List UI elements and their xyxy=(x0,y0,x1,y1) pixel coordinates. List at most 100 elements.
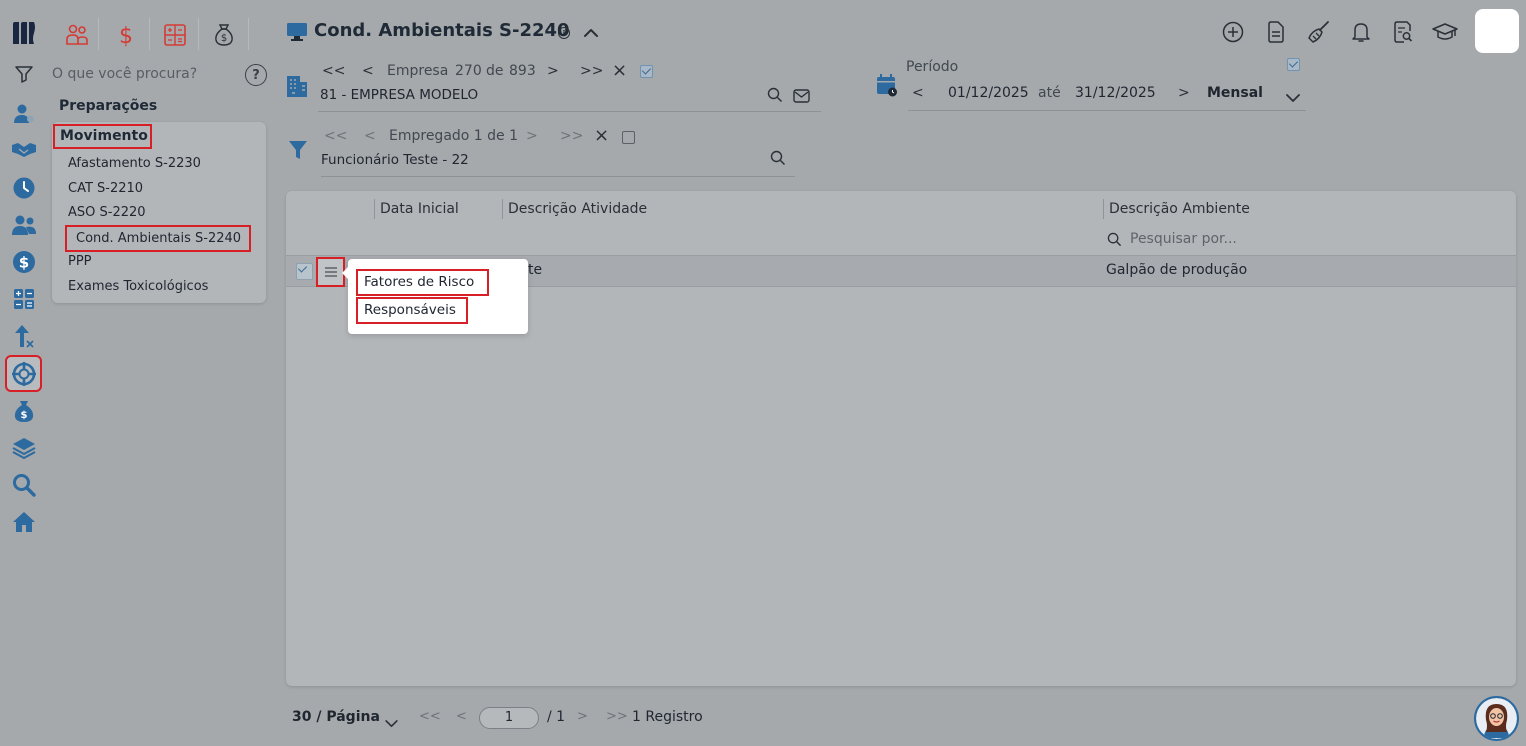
calculator-icon[interactable] xyxy=(8,283,40,315)
column-header-data-inicial[interactable]: Data Inicial xyxy=(374,199,459,219)
empresa-total: 893 xyxy=(509,63,536,79)
column-header-descricao-atividade[interactable]: Descrição Atividade xyxy=(502,199,647,219)
empregado-prev-button[interactable]: < xyxy=(364,128,376,144)
empresa-clear-button[interactable]: × xyxy=(612,60,627,81)
page-number-input[interactable]: 1 xyxy=(479,707,539,729)
mail-icon[interactable] xyxy=(793,88,810,107)
menu-item-fatores-de-risco[interactable]: Fatores de Risco xyxy=(356,269,489,296)
pager-prev-button[interactable]: < xyxy=(456,709,467,724)
user-panel-button[interactable] xyxy=(1475,9,1519,53)
dollar-module-icon[interactable]: $ xyxy=(109,18,143,52)
money-bag-icon[interactable]: $ xyxy=(8,395,40,427)
empregado-clear-button[interactable]: × xyxy=(594,125,609,146)
row-cell-ambiente: Galpão de produção xyxy=(1106,262,1248,278)
app-logo-icon[interactable] xyxy=(8,17,40,49)
module-separator xyxy=(149,18,150,50)
menu-group-movimento[interactable]: Movimento xyxy=(53,124,152,149)
menu-item-afastamento[interactable]: Afastamento S-2230 xyxy=(68,156,201,171)
calendar-icon[interactable] xyxy=(876,73,898,101)
module-separator xyxy=(248,18,249,50)
periodo-sep: até xyxy=(1038,85,1061,101)
empregado-checkbox[interactable] xyxy=(622,131,635,144)
people-module-icon[interactable] xyxy=(60,18,94,52)
broom-icon[interactable] xyxy=(1305,18,1333,46)
menu-item-ppp[interactable]: PPP xyxy=(68,254,92,269)
arrow-up-icon[interactable] xyxy=(8,320,40,352)
svg-text:$: $ xyxy=(19,254,29,272)
empresa-checkbox[interactable] xyxy=(640,65,653,78)
empregado-next-button[interactable]: > xyxy=(526,128,538,144)
search-icon[interactable] xyxy=(8,469,40,501)
empresa-index: 270 xyxy=(455,63,482,79)
empresa-last-button[interactable]: >> xyxy=(580,63,603,79)
empregado-label: Empregado 1 de 1 xyxy=(389,128,519,144)
handshake-icon[interactable] xyxy=(8,134,40,166)
pager-last-button[interactable]: >> xyxy=(606,709,628,724)
module-search-input[interactable]: O que você procura? xyxy=(52,66,197,82)
calculator-module-icon[interactable] xyxy=(158,18,192,52)
section-title[interactable]: Preparações xyxy=(59,98,157,114)
periodo-underline xyxy=(908,110,1306,111)
home-icon[interactable] xyxy=(8,506,40,538)
chevron-down-icon[interactable] xyxy=(385,713,398,732)
add-icon[interactable] xyxy=(1219,18,1247,46)
empresa-search-icon[interactable] xyxy=(767,87,783,107)
periodo-label: Período xyxy=(906,59,959,75)
users-icon[interactable] xyxy=(8,209,40,241)
empresa-prev-button[interactable]: < xyxy=(362,63,374,79)
help-icon[interactable]: ? xyxy=(245,64,267,86)
building-icon xyxy=(286,72,308,102)
periodo-mode-select[interactable]: Mensal xyxy=(1207,85,1263,101)
chevron-up-icon[interactable] xyxy=(580,22,602,44)
periodo-end[interactable]: 31/12/2025 xyxy=(1075,85,1156,101)
record-count: 1 Registro xyxy=(632,709,703,725)
sst-module-icon[interactable] xyxy=(5,355,42,392)
svg-text:$: $ xyxy=(221,33,227,44)
money-bag-module-icon[interactable]: $ xyxy=(207,18,241,52)
assistant-avatar[interactable] xyxy=(1474,696,1519,741)
row-checkbox[interactable] xyxy=(296,263,313,280)
empregado-underline xyxy=(321,176,795,177)
menu-item-aso[interactable]: ASO S-2220 xyxy=(68,205,146,220)
filter-funnel-icon[interactable] xyxy=(288,139,308,165)
module-separator xyxy=(98,18,99,50)
empregado-last-button[interactable]: >> xyxy=(560,128,583,144)
chevron-down-icon[interactable] xyxy=(1286,88,1300,107)
empresa-first-button[interactable]: << xyxy=(322,63,345,79)
menu-item-responsaveis[interactable]: Responsáveis xyxy=(356,297,468,324)
empregado-value[interactable]: Funcionário Teste - 22 xyxy=(321,152,469,168)
layers-icon[interactable] xyxy=(8,432,40,464)
graduation-cap-icon[interactable] xyxy=(1431,18,1459,46)
empresa-of: de xyxy=(486,63,504,79)
empregado-first-button[interactable]: << xyxy=(324,128,347,144)
per-page-select[interactable]: 30 / Página xyxy=(292,709,380,725)
periodo-next-button[interactable]: > xyxy=(1178,85,1190,101)
empresa-underline xyxy=(318,111,821,112)
empregado-search-icon[interactable] xyxy=(770,150,786,170)
row-menu-button[interactable] xyxy=(316,257,345,287)
periodo-prev-button[interactable]: < xyxy=(912,85,924,101)
row-cell-atividade: te xyxy=(528,262,543,278)
column-search-input[interactable]: Pesquisar por... xyxy=(1130,231,1237,247)
info-icon[interactable]: i xyxy=(558,27,570,39)
menu-item-exames[interactable]: Exames Toxicológicos xyxy=(68,279,208,294)
svg-text:$: $ xyxy=(119,24,133,48)
periodo-checkbox[interactable] xyxy=(1287,58,1300,71)
clock-icon[interactable] xyxy=(8,172,40,204)
column-header-descricao-ambiente[interactable]: Descrição Ambiente xyxy=(1103,199,1250,219)
empresa-value[interactable]: 81 - EMPRESA MODELO xyxy=(320,87,478,103)
bell-icon[interactable] xyxy=(1347,18,1375,46)
filter-icon[interactable] xyxy=(8,58,40,90)
user-config-icon[interactable] xyxy=(8,98,40,130)
pager-first-button[interactable]: << xyxy=(419,709,441,724)
money-icon[interactable]: $ xyxy=(8,246,40,278)
document-icon[interactable] xyxy=(1262,18,1290,46)
menu-item-cond-ambientais[interactable]: Cond. Ambientais S-2240 xyxy=(65,225,251,252)
pager-total: / 1 xyxy=(547,709,566,725)
pager-next-button[interactable]: > xyxy=(577,709,588,724)
search-document-icon[interactable] xyxy=(1389,18,1417,46)
empresa-next-button[interactable]: > xyxy=(547,63,559,79)
empresa-label: Empresa xyxy=(387,63,449,79)
periodo-start[interactable]: 01/12/2025 xyxy=(948,85,1029,101)
menu-item-cat[interactable]: CAT S-2210 xyxy=(68,181,143,196)
